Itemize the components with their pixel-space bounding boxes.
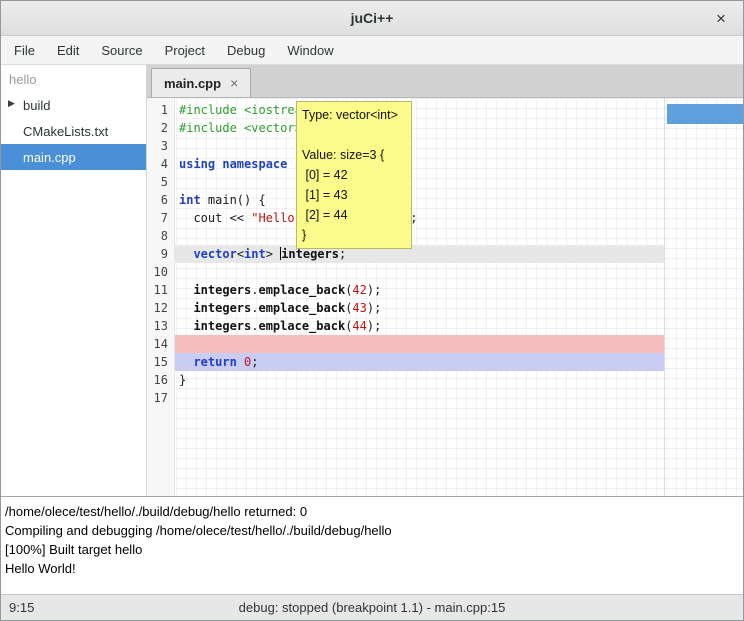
line-number[interactable]: 2 xyxy=(147,119,175,137)
code-line-10[interactable]: 10 xyxy=(147,263,743,281)
debug-status-text: debug: stopped (breakpoint 1.1) - main.c… xyxy=(1,600,743,615)
code-text: integers.emplace_back(42); xyxy=(175,281,381,299)
jucipp-window: juCi++ × FileEditSourceProjectDebugWindo… xyxy=(0,0,744,621)
debug-value-tooltip: Type: vector<int> Value: size=3 { [0] = … xyxy=(296,101,412,249)
line-number[interactable]: 11 xyxy=(147,281,175,299)
code-line-4[interactable]: 4using namespace std; xyxy=(147,155,743,173)
editor-pane: main.cpp × 1#include <iostream>2#include … xyxy=(147,65,743,496)
code-text: #include <vector> xyxy=(175,119,302,137)
code-line-6[interactable]: 6int main() { xyxy=(147,191,743,209)
terminal-output-panel: /home/olece/test/hello/./build/debug/hel… xyxy=(1,496,743,594)
line-number[interactable]: 9 xyxy=(147,245,175,263)
tooltip-line: } xyxy=(302,225,406,245)
line-number[interactable]: 14 xyxy=(147,335,175,353)
tree-item-label: build xyxy=(23,98,50,113)
line-number[interactable]: 4 xyxy=(147,155,175,173)
menu-debug[interactable]: Debug xyxy=(216,38,276,63)
menu-file[interactable]: File xyxy=(3,38,46,63)
file-tree: ▶build CMakeLists.txt main.cpp xyxy=(1,92,146,170)
file-tree-panel: hello ▶build CMakeLists.txt main.cpp xyxy=(1,65,147,496)
tree-item-label: main.cpp xyxy=(23,150,76,165)
code-line-3[interactable]: 3 xyxy=(147,137,743,155)
code-text: int main() { xyxy=(175,191,266,209)
code-text xyxy=(175,263,179,281)
code-lines: 1#include <iostream>2#include <vector>34… xyxy=(147,98,743,407)
code-text xyxy=(175,173,179,191)
line-number[interactable]: 13 xyxy=(147,317,175,335)
main-area: hello ▶build CMakeLists.txt main.cpp main.… xyxy=(1,65,743,496)
line-number[interactable]: 8 xyxy=(147,227,175,245)
code-text: integers.emplace_back(43); xyxy=(175,299,381,317)
tab-close-icon[interactable]: × xyxy=(230,75,238,91)
project-directory-label[interactable]: hello xyxy=(1,65,146,92)
line-number[interactable]: 3 xyxy=(147,137,175,155)
tree-item-cmakelists-txt[interactable]: CMakeLists.txt xyxy=(1,118,146,144)
code-line-14[interactable]: 14 xyxy=(147,335,743,353)
code-line-17[interactable]: 17 xyxy=(147,389,743,407)
tab-main-cpp[interactable]: main.cpp × xyxy=(151,68,251,97)
code-text: } xyxy=(175,371,186,389)
code-text xyxy=(175,389,179,407)
line-number[interactable]: 5 xyxy=(147,173,175,191)
line-number[interactable]: 7 xyxy=(147,209,175,227)
titlebar[interactable]: juCi++ × xyxy=(1,1,743,36)
line-number[interactable]: 6 xyxy=(147,191,175,209)
tree-item-main-cpp[interactable]: main.cpp xyxy=(1,144,146,170)
tree-item-label: CMakeLists.txt xyxy=(23,124,108,139)
tooltip-line: [2] = 44 xyxy=(302,205,406,225)
code-editor[interactable]: 1#include <iostream>2#include <vector>34… xyxy=(147,98,743,496)
line-highlight xyxy=(175,335,664,353)
scrollbar-thumb[interactable] xyxy=(667,104,743,124)
menu-bar: FileEditSourceProjectDebugWindow xyxy=(1,36,743,65)
menu-project[interactable]: Project xyxy=(154,38,216,63)
terminal-line: [100%] Built target hello xyxy=(5,540,739,559)
menu-edit[interactable]: Edit xyxy=(46,38,90,63)
tooltip-line: [1] = 43 xyxy=(302,185,406,205)
code-line-16[interactable]: 16} xyxy=(147,371,743,389)
code-line-15[interactable]: 15 return 0; xyxy=(147,353,743,371)
terminal-line: Compiling and debugging /home/olece/test… xyxy=(5,521,739,540)
code-line-8[interactable]: 8 xyxy=(147,227,743,245)
code-text xyxy=(175,137,179,155)
code-line-5[interactable]: 5 xyxy=(147,173,743,191)
code-line-12[interactable]: 12 integers.emplace_back(43); xyxy=(147,299,743,317)
menu-window[interactable]: Window xyxy=(276,38,344,63)
code-line-2[interactable]: 2#include <vector> xyxy=(147,119,743,137)
line-number[interactable]: 12 xyxy=(147,299,175,317)
line-number[interactable]: 15 xyxy=(147,353,175,371)
code-line-13[interactable]: 13 integers.emplace_back(44); xyxy=(147,317,743,335)
status-bar: 9:15 debug: stopped (breakpoint 1.1) - m… xyxy=(1,594,743,620)
tooltip-line: Value: size=3 { xyxy=(302,145,406,165)
code-line-7[interactable]: 7 cout << "Hello World!" << endl; xyxy=(147,209,743,227)
window-title: juCi++ xyxy=(351,10,394,26)
menu-source[interactable]: Source xyxy=(90,38,153,63)
tree-item-build[interactable]: ▶build xyxy=(1,92,146,118)
line-number[interactable]: 16 xyxy=(147,371,175,389)
tab-bar: main.cpp × xyxy=(147,65,743,98)
tab-label: main.cpp xyxy=(164,76,221,91)
tooltip-line: [0] = 42 xyxy=(302,165,406,185)
code-line-1[interactable]: 1#include <iostream> xyxy=(147,101,743,119)
line-number[interactable]: 10 xyxy=(147,263,175,281)
tooltip-line: Type: vector<int> xyxy=(302,105,406,125)
code-text: return 0; xyxy=(175,353,259,371)
code-line-9[interactable]: 9 vector<int> integers; xyxy=(147,245,743,263)
expander-icon[interactable]: ▶ xyxy=(8,98,20,109)
code-text: integers.emplace_back(44); xyxy=(175,317,381,335)
code-text xyxy=(175,335,179,353)
line-number[interactable]: 1 xyxy=(147,101,175,119)
line-number[interactable]: 17 xyxy=(147,389,175,407)
code-line-11[interactable]: 11 integers.emplace_back(42); xyxy=(147,281,743,299)
terminal-line: Hello World! xyxy=(5,559,739,578)
tooltip-line xyxy=(302,125,406,145)
window-close-button[interactable]: × xyxy=(709,7,733,31)
code-text xyxy=(175,227,179,245)
terminal-line: /home/olece/test/hello/./build/debug/hel… xyxy=(5,502,739,521)
